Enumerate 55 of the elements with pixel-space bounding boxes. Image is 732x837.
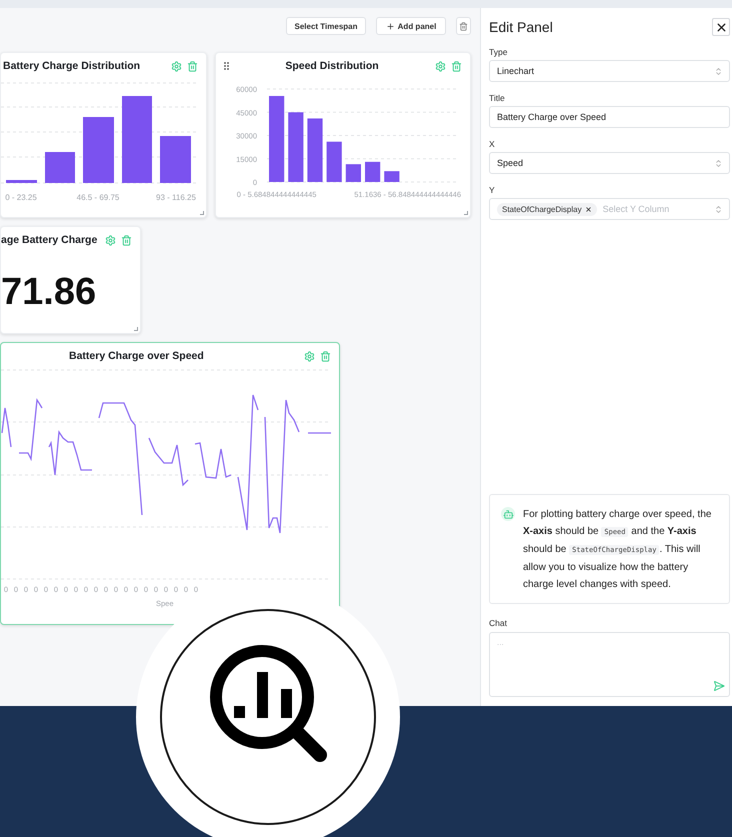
delete-icon[interactable] <box>121 234 132 246</box>
delete-button[interactable] <box>456 17 471 35</box>
settings-icon[interactable] <box>304 350 315 362</box>
remove-icon[interactable] <box>584 206 592 212</box>
histogram-bar <box>326 142 342 182</box>
chevron-icon <box>714 204 723 214</box>
panel-title: Speed Distribution <box>284 60 380 72</box>
histogram-bar <box>384 171 400 182</box>
histogram-bar <box>6 180 37 183</box>
multi-select-field[interactable]: StateOfChargeDisplay Select Y Column <box>489 198 730 220</box>
close-icon <box>714 20 728 34</box>
chevron-icon <box>714 66 723 76</box>
close-button[interactable] <box>712 18 730 36</box>
histogram-bar <box>365 162 380 182</box>
resize-handle-icon[interactable] <box>464 211 468 215</box>
settings-icon[interactable] <box>105 234 116 246</box>
chat-input[interactable]: ... <box>489 632 730 697</box>
stat-value: 71.86 <box>1 273 98 311</box>
delete-icon <box>459 22 468 30</box>
axis-label: 93 - 116.25 <box>156 193 196 202</box>
panel-title: age Battery Charge <box>1 234 98 246</box>
bot-icon <box>502 508 514 520</box>
field-label: Type <box>489 48 508 56</box>
settings-icon[interactable] <box>171 60 182 72</box>
settings-icon[interactable] <box>435 60 446 72</box>
drag-handle-icon[interactable] <box>224 62 229 70</box>
histogram-bar <box>346 164 361 182</box>
field-label: Y <box>489 186 496 194</box>
histogram-bar <box>83 117 114 183</box>
add-panel-button[interactable]: Add panel <box>376 17 446 35</box>
select-field[interactable]: Speed <box>489 152 730 174</box>
delete-icon[interactable] <box>451 60 462 72</box>
timespan-button[interactable]: Select Timespan <box>286 17 366 35</box>
chevron-icon <box>714 158 723 168</box>
axis-label: 46.5 - 69.75 <box>76 193 120 202</box>
delete-icon[interactable] <box>187 60 198 72</box>
histogram-bar <box>160 136 191 183</box>
select-field[interactable]: Linechart <box>489 60 730 82</box>
plus-icon <box>386 22 395 30</box>
axis-label: 0 - 23.25 <box>5 193 37 202</box>
column-chip[interactable]: StateOfChargeDisplay <box>497 202 597 216</box>
panel-title: Battery Charge over Speed <box>69 350 204 362</box>
field-label: Chat <box>489 618 508 628</box>
panel-title: Battery Charge Distribution <box>3 60 140 72</box>
field-label: X <box>489 140 496 148</box>
delete-icon[interactable] <box>320 350 331 362</box>
panel-heading: Edit Panel <box>489 19 553 35</box>
histogram-bar <box>45 152 75 183</box>
field-label: Title <box>489 94 506 102</box>
histogram-bar <box>307 118 323 182</box>
send-icon[interactable] <box>713 680 725 692</box>
resize-handle-icon[interactable] <box>134 327 138 331</box>
input-field[interactable]: Battery Charge over Speed <box>489 106 730 128</box>
resize-handle-icon[interactable] <box>200 211 204 215</box>
histogram-bar <box>288 112 304 182</box>
